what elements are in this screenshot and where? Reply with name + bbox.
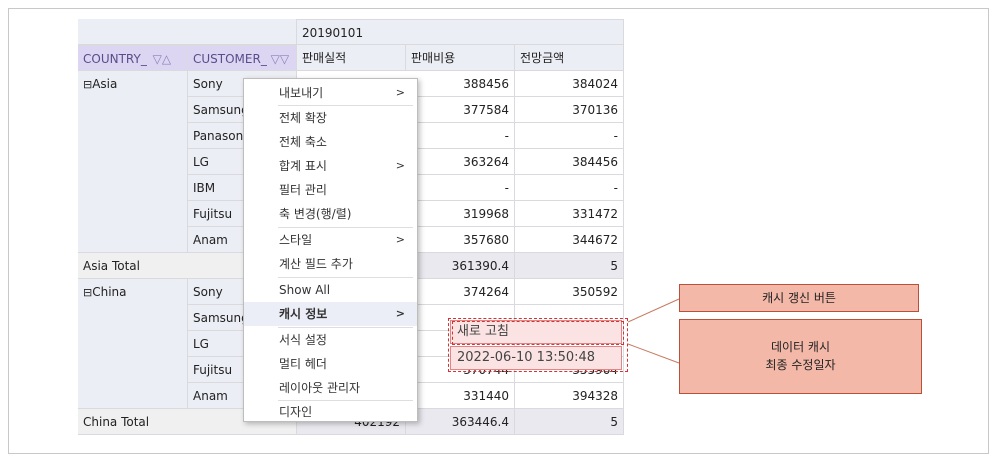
minus-box-icon[interactable]: ⊟	[83, 78, 92, 91]
cost-cell[interactable]: 374264	[406, 279, 515, 305]
cost-cell[interactable]: 377584	[406, 97, 515, 123]
country-header-label: COUNTRY_	[83, 52, 147, 66]
forecast-cell[interactable]: -	[515, 123, 624, 149]
menu-item-collapse-all[interactable]: 전체 축소	[244, 130, 417, 154]
menu-item-label: 합계 표시	[279, 159, 327, 173]
cost-cell[interactable]: -	[406, 175, 515, 201]
chevron-right-icon: >	[395, 307, 405, 320]
menu-item-multi-header[interactable]: 멀티 헤더	[244, 352, 417, 376]
menu-item-layout-manager[interactable]: 레이아웃 관리자	[244, 376, 417, 400]
chevron-right-icon: >	[395, 159, 405, 172]
context-menu: 내보내기 > 전체 확장 전체 축소 합계 표시 > 필터 관리 축 변경(행/렬)…	[243, 78, 418, 422]
country-dimension-header[interactable]: COUNTRY_ ▽△	[78, 45, 188, 71]
menu-item-cache-info[interactable]: 캐시 정보 >	[244, 302, 417, 326]
row-group-china[interactable]: ⊟China	[78, 279, 188, 409]
measure-header-sales[interactable]: 판매실적	[297, 45, 406, 71]
menu-item-label: 내보내기	[279, 86, 324, 100]
sort-down-icon[interactable]: ▽	[280, 52, 289, 66]
measure-header-forecast[interactable]: 전망금액	[515, 45, 624, 71]
total-cost-cell[interactable]: 363446.4	[406, 409, 515, 435]
corner-cell	[78, 19, 297, 45]
total-forecast-cell[interactable]: 5	[515, 253, 624, 279]
menu-item-design[interactable]: 디자인	[244, 400, 417, 424]
group-label: Asia	[92, 77, 118, 91]
callout-refresh-button: 캐시 갱신 버튼	[679, 284, 919, 312]
sort-up-icon[interactable]: △	[162, 52, 171, 66]
menu-item-filter-manage[interactable]: 필터 관리	[244, 178, 417, 202]
forecast-cell[interactable]: 331472	[515, 201, 624, 227]
chevron-right-icon: >	[395, 233, 405, 246]
menu-item-export[interactable]: 내보내기 >	[244, 81, 417, 105]
cost-cell[interactable]: 357680	[406, 227, 515, 253]
menu-item-label: 캐시 정보	[279, 307, 328, 321]
date-column-header[interactable]: 20190101	[297, 19, 624, 45]
menu-item-label: 스타일	[279, 233, 313, 247]
menu-item-add-calc-field[interactable]: 계산 필드 추가	[244, 252, 417, 276]
forecast-cell[interactable]: 370136	[515, 97, 624, 123]
forecast-cell[interactable]: -	[515, 175, 624, 201]
forecast-cell[interactable]: 350592	[515, 279, 624, 305]
forecast-cell[interactable]: 394328	[515, 383, 624, 409]
total-cost-cell[interactable]: 361390.4	[406, 253, 515, 279]
row-group-asia[interactable]: ⊟Asia	[78, 71, 188, 253]
customer-header-label: CUSTOMER_	[193, 52, 267, 66]
menu-item-show-totals[interactable]: 합계 표시 >	[244, 154, 417, 178]
menu-item-swap-axis[interactable]: 축 변경(행/렬)	[244, 202, 417, 226]
forecast-cell[interactable]: 384024	[515, 71, 624, 97]
filter-icon[interactable]: ▽	[153, 52, 162, 66]
total-forecast-cell[interactable]: 5	[515, 409, 624, 435]
cost-cell[interactable]: 319968	[406, 201, 515, 227]
cost-cell[interactable]: 331440	[406, 383, 515, 409]
cost-cell[interactable]: 363264	[406, 149, 515, 175]
forecast-cell[interactable]: 384456	[515, 149, 624, 175]
menu-item-style[interactable]: 스타일 >	[244, 228, 417, 252]
measure-header-cost[interactable]: 판매비용	[406, 45, 515, 71]
callout-line: 데이터 캐시	[770, 340, 830, 354]
callout-line: 최종 수정일자	[765, 358, 836, 372]
customer-dimension-header[interactable]: CUSTOMER_ ▽▽	[188, 45, 297, 71]
highlight-box-refresh	[452, 321, 624, 345]
filter-icon[interactable]: ▽	[271, 52, 280, 66]
menu-item-expand-all[interactable]: 전체 확장	[244, 106, 417, 130]
menu-item-format[interactable]: 서식 설정	[244, 328, 417, 352]
chevron-right-icon: >	[395, 86, 405, 99]
group-label: China	[92, 285, 127, 299]
callout-data-cache: 데이터 캐시 최종 수정일자	[679, 319, 922, 394]
forecast-cell[interactable]: 344672	[515, 227, 624, 253]
cost-cell[interactable]: 388456	[406, 71, 515, 97]
menu-item-show-all[interactable]: Show All	[244, 278, 417, 302]
minus-box-icon[interactable]: ⊟	[83, 286, 92, 299]
cost-cell[interactable]: -	[406, 123, 515, 149]
